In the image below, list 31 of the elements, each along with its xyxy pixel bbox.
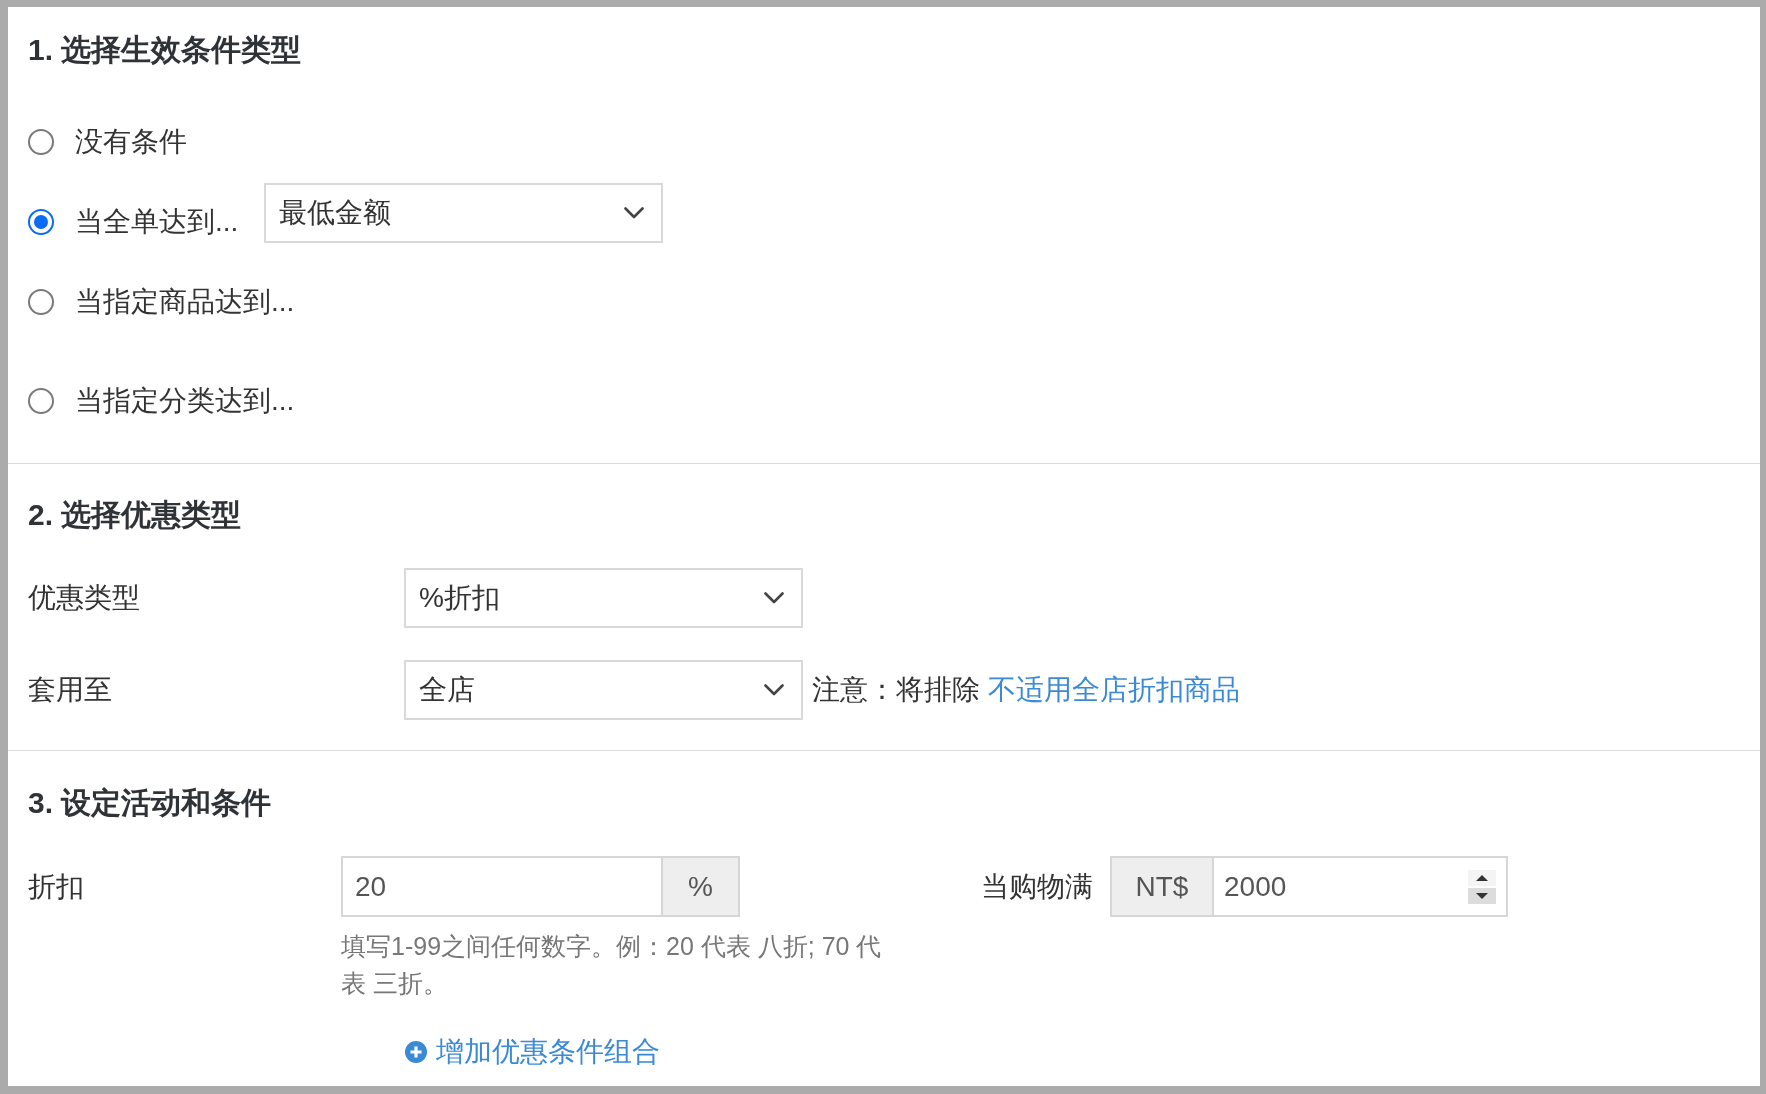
radio-button[interactable] [28,129,54,155]
currency-addon: NT$ [1110,856,1212,917]
radio-button[interactable] [28,388,54,414]
field-label: 优惠类型 [28,581,141,615]
add-condition-link[interactable]: 增加优惠条件组合 [405,1032,660,1072]
excluded-products-link[interactable]: 不适用全店折扣商品 [988,669,1240,711]
select-dropdown[interactable]: 最低金额 [264,183,664,243]
radio-button[interactable] [28,289,54,315]
field-label: 折扣 [28,869,85,904]
stepper-icon[interactable] [1468,869,1496,904]
chevron-down-icon [624,207,645,219]
note-text: 注意：将排除 [812,673,980,707]
section-heading: 2. 选择优惠类型 [28,497,242,533]
section-heading: 1. 选择生效条件类型 [28,32,302,68]
select-dropdown[interactable]: 全店 [404,660,803,720]
amount-input[interactable]: 2000 [1212,856,1508,917]
section-heading: 3. 设定活动和条件 [28,785,272,821]
chevron-down-icon [764,592,784,604]
chevron-down-icon [764,684,784,696]
radio-label[interactable]: 当指定分类达到... [75,380,295,422]
field-label: 套用至 [28,673,113,707]
help-text: 填写1-99之间任何数字。例：20 代表 八折; 70 代表 三折。 [341,931,883,999]
field-label: 当购物满 [981,869,1093,904]
radio-label[interactable]: 当指定商品达到... [75,281,295,323]
discount-input[interactable]: 20 [341,856,661,917]
select-dropdown[interactable]: %折扣 [404,568,803,628]
percent-addon: % [661,856,740,917]
radio-label[interactable]: 当全单达到... [75,201,239,243]
radio-button[interactable] [28,209,54,235]
radio-label[interactable]: 没有条件 [75,121,187,163]
plus-circle-icon [405,1041,427,1063]
